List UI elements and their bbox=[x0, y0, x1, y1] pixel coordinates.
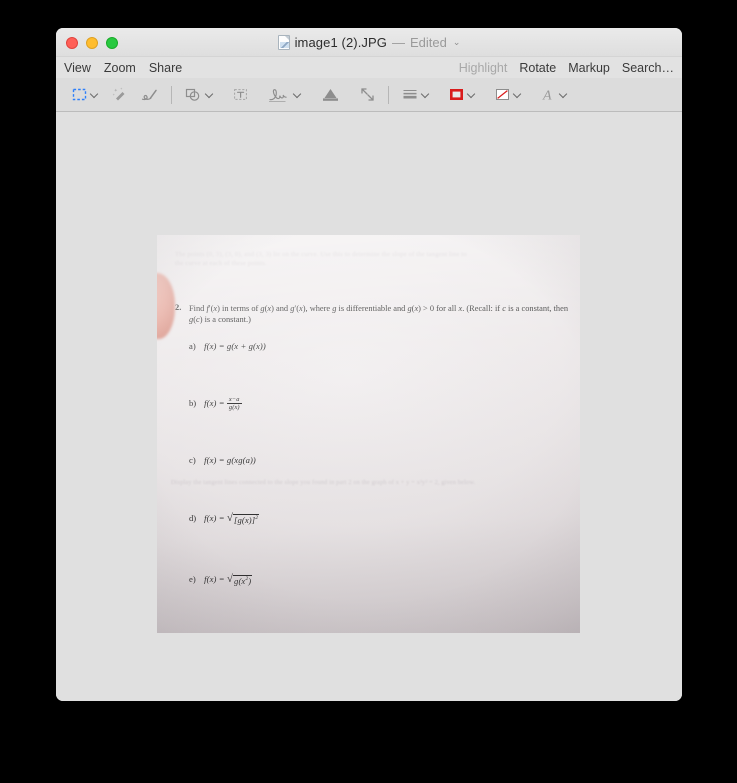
zoom-button[interactable] bbox=[106, 37, 118, 49]
faded-text-line-2: the curve at each of these points. bbox=[175, 260, 267, 267]
choice-b: b) f(x) = x−a g(x) bbox=[189, 396, 242, 412]
shapes-icon bbox=[184, 86, 203, 103]
menu-item-rotate[interactable]: Rotate bbox=[519, 61, 556, 75]
menu-left-group: View Zoom Share bbox=[64, 57, 182, 78]
choice-b-formula: f(x) = x−a g(x) bbox=[204, 395, 242, 411]
markup-toolbar: A bbox=[56, 78, 682, 112]
rectangular-selection-icon bbox=[71, 86, 88, 103]
preview-window: image1 (2).JPG — Edited ⌄ View Zoom Shar… bbox=[56, 28, 682, 701]
chevron-down-icon[interactable] bbox=[513, 90, 522, 99]
image-canvas[interactable]: The points (0, 3), (3, 0), and (3, 3) li… bbox=[56, 112, 682, 701]
chevron-down-icon[interactable] bbox=[559, 90, 568, 99]
chevron-down-icon[interactable] bbox=[421, 90, 430, 99]
toolbar-separator bbox=[171, 85, 172, 104]
choice-a-label: a) bbox=[189, 341, 196, 351]
choice-d: d) f(x) = √ [g(x)]2 bbox=[189, 511, 260, 526]
sketch-icon bbox=[139, 86, 159, 104]
menu-item-search[interactable]: Search… bbox=[622, 61, 674, 75]
jpeg-document-icon bbox=[277, 34, 290, 50]
border-color-tool[interactable] bbox=[445, 83, 479, 107]
choice-e-label: e) bbox=[189, 574, 196, 584]
fill-color-icon bbox=[494, 86, 511, 103]
signature-tool[interactable] bbox=[264, 83, 305, 107]
radicand: [g(x)]2 bbox=[233, 514, 260, 526]
toolbar-separator bbox=[388, 85, 389, 104]
radical-sign: √ bbox=[226, 511, 234, 524]
chevron-down-icon[interactable] bbox=[293, 90, 302, 99]
adjust-color-icon bbox=[320, 86, 341, 103]
adjust-size-tool[interactable] bbox=[356, 83, 379, 107]
choice-c-formula: f(x) = g(xg(a)) bbox=[204, 455, 256, 465]
choice-b-label: b) bbox=[189, 397, 197, 408]
signature-icon bbox=[267, 86, 291, 104]
choice-e-formula: f(x) = √ g(x2) bbox=[204, 572, 253, 587]
faded-text-line-1: The points (0, 3), (3, 0), and (3, 3) li… bbox=[175, 251, 467, 258]
menu-right-group: Highlight Rotate Markup Search… bbox=[459, 57, 674, 78]
window-title-group: image1 (2).JPG — Edited ⌄ bbox=[56, 28, 682, 56]
choice-d-label: d) bbox=[189, 513, 197, 523]
fraction: x−a g(x) bbox=[226, 395, 242, 412]
radical: √ [g(x)]2 bbox=[226, 511, 260, 526]
text-tool[interactable] bbox=[229, 83, 252, 107]
menu-item-share[interactable]: Share bbox=[149, 61, 182, 75]
adjust-color-tool[interactable] bbox=[317, 83, 344, 107]
chevron-down-icon[interactable] bbox=[467, 90, 476, 99]
fraction-denominator: g(x) bbox=[228, 404, 240, 411]
instant-alpha-icon bbox=[110, 86, 128, 104]
text-icon bbox=[232, 86, 249, 103]
traffic-lights bbox=[66, 37, 118, 49]
choice-c-label: c) bbox=[189, 455, 196, 465]
question-text: Find f′(x) in terms of g(x) and g′(x), w… bbox=[189, 304, 569, 324]
shape-style-tool[interactable] bbox=[398, 83, 433, 107]
choice-a-formula: f(x) = g(x + g(x)) bbox=[204, 341, 266, 351]
choice-e: e) f(x) = √ g(x2) bbox=[189, 572, 253, 587]
radical: √ g(x2) bbox=[226, 572, 253, 587]
edited-status: Edited bbox=[410, 34, 447, 50]
question-number: 2. bbox=[175, 303, 182, 312]
menu-item-highlight[interactable]: Highlight bbox=[459, 61, 508, 75]
choice-d-formula: f(x) = √ [g(x)]2 bbox=[204, 511, 260, 526]
faded-text-line-3: Display the tangent lines connected to t… bbox=[171, 479, 476, 486]
menu-item-view[interactable]: View bbox=[64, 61, 91, 75]
shapes-tool[interactable] bbox=[181, 83, 217, 107]
radical-sign: √ bbox=[226, 572, 234, 585]
chevron-down-icon[interactable] bbox=[90, 90, 99, 99]
chevron-down-icon[interactable]: ⌄ bbox=[453, 37, 461, 48]
menu-item-zoom[interactable]: Zoom bbox=[104, 61, 136, 75]
rectangular-selection-tool[interactable] bbox=[68, 83, 102, 107]
text-style-tool[interactable]: A bbox=[537, 83, 571, 107]
menu-item-markup[interactable]: Markup bbox=[568, 61, 610, 75]
border-color-icon bbox=[448, 86, 465, 103]
document-photo[interactable]: The points (0, 3), (3, 0), and (3, 3) li… bbox=[157, 235, 580, 633]
minimize-button[interactable] bbox=[86, 37, 98, 49]
window-titlebar[interactable]: image1 (2).JPG — Edited ⌄ bbox=[56, 28, 682, 57]
close-button[interactable] bbox=[66, 37, 78, 49]
page-title: image1 (2).JPG bbox=[294, 34, 387, 50]
svg-text:A: A bbox=[542, 89, 552, 104]
menu-row: View Zoom Share Highlight Rotate Markup … bbox=[56, 57, 682, 78]
fill-color-tool[interactable] bbox=[491, 83, 525, 107]
paper-content: The points (0, 3), (3, 0), and (3, 3) li… bbox=[157, 235, 580, 633]
sketch-tool[interactable] bbox=[136, 83, 162, 107]
title-dash: — bbox=[392, 34, 405, 50]
text-style-icon: A bbox=[540, 86, 557, 104]
shape-style-icon bbox=[401, 87, 419, 102]
fraction-numerator: x−a bbox=[226, 395, 242, 404]
chevron-down-icon[interactable] bbox=[205, 90, 214, 99]
adjust-size-icon bbox=[359, 86, 376, 103]
choice-a: a) f(x) = g(x + g(x)) bbox=[189, 341, 266, 351]
choice-c: c) f(x) = g(xg(a)) bbox=[189, 455, 256, 465]
radicand: g(x2) bbox=[233, 575, 253, 587]
instant-alpha-tool[interactable] bbox=[107, 83, 131, 107]
